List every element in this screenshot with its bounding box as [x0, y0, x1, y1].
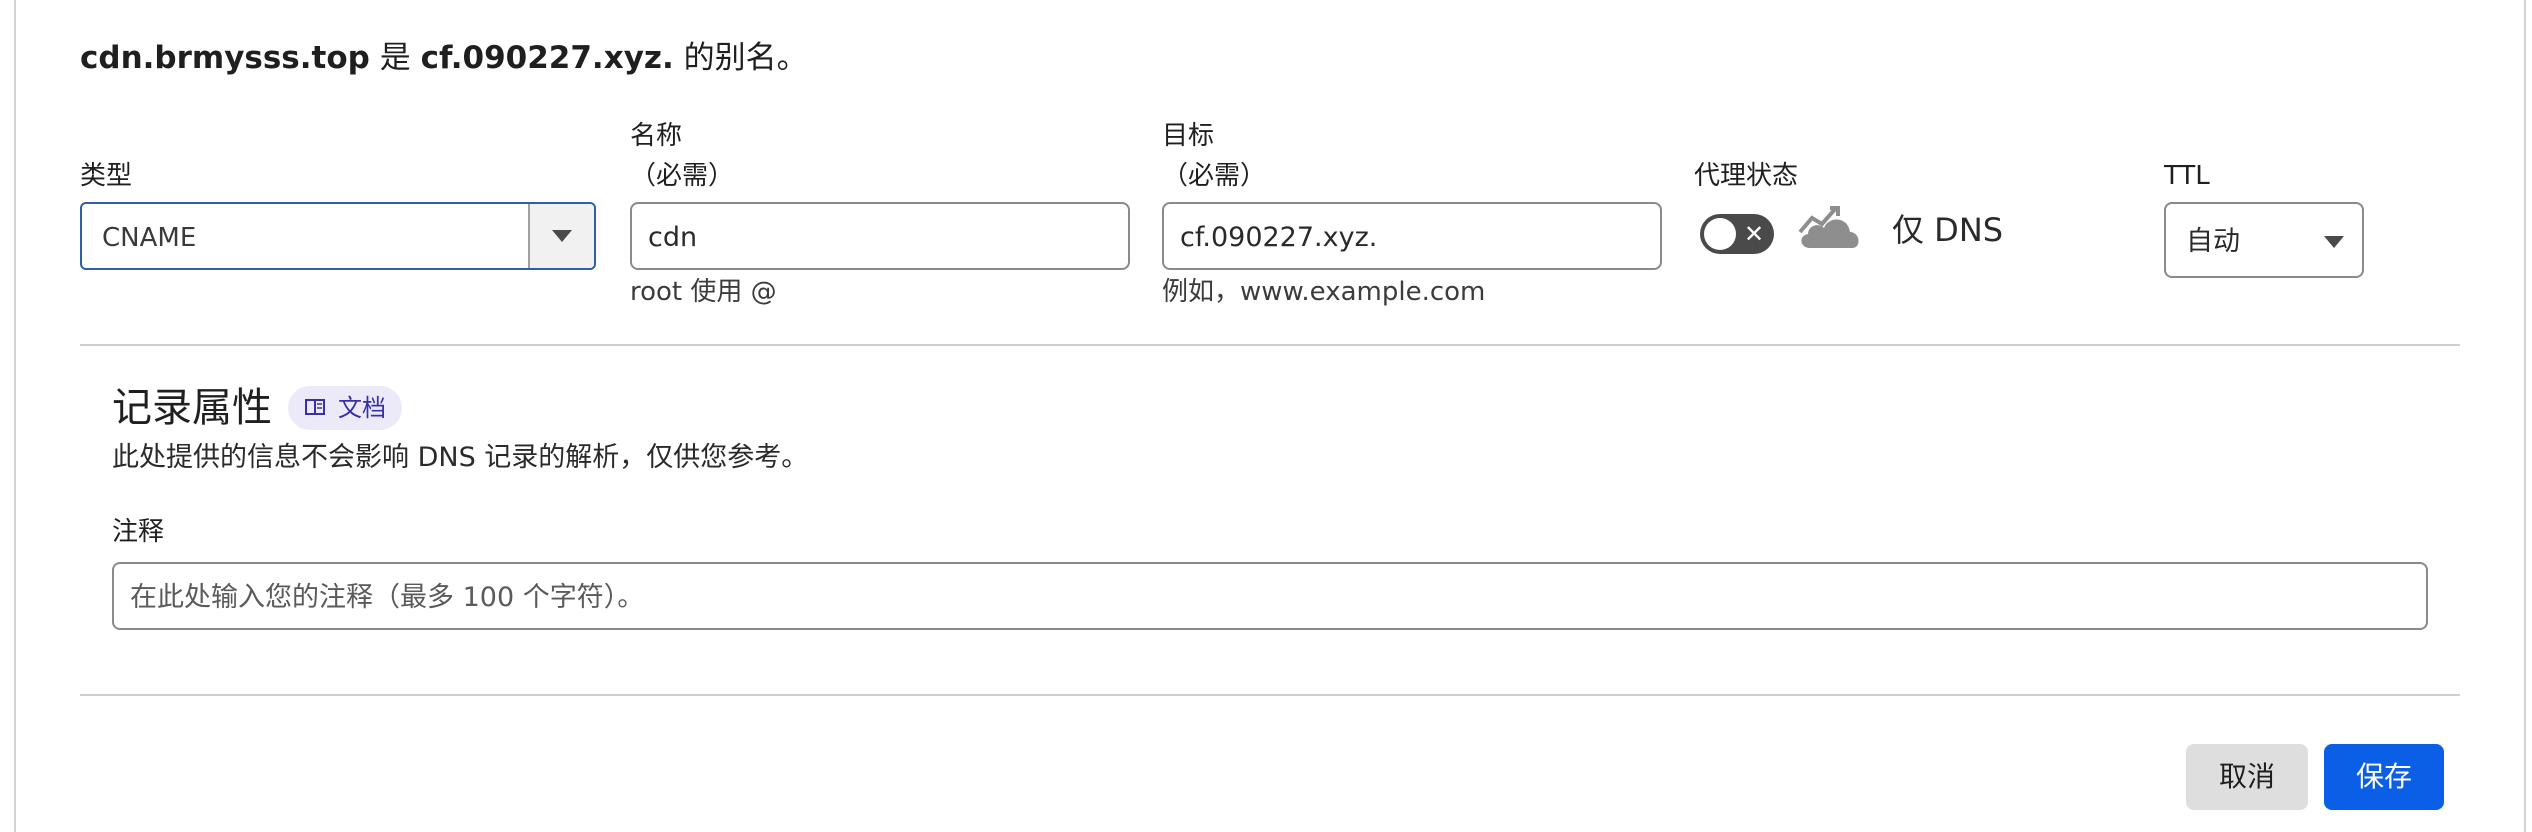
type-select-toggle[interactable] — [528, 204, 594, 268]
proxy-status-label: 代理状态 — [1694, 161, 1799, 191]
section-title: 记录属性 — [112, 385, 272, 431]
section-description: 此处提供的信息不会影响 DNS 记录的解析，仅供您参考。 — [112, 442, 809, 473]
proxy-status-text: 仅 DNS — [1892, 211, 2004, 249]
save-button[interactable]: 保存 — [2324, 744, 2444, 810]
cloud-icon — [1798, 206, 1859, 248]
target-hint: 例如，www.example.com — [1162, 277, 1486, 307]
alias-target: cf.090227.xyz. — [420, 40, 674, 76]
target-label: 目标 — [1162, 121, 1215, 151]
alias-is: 是 — [379, 40, 411, 76]
book-icon — [305, 399, 325, 415]
divider — [80, 344, 2460, 346]
target-input[interactable]: cf.090227.xyz. — [1162, 202, 1662, 270]
frame-left-border — [14, 0, 16, 832]
target-input-value: cf.090227.xyz. — [1180, 222, 1378, 253]
docs-label: 文档 — [338, 394, 386, 422]
divider — [80, 694, 2460, 696]
alias-suffix: 的别名。 — [683, 40, 808, 76]
docs-link[interactable]: 文档 — [288, 386, 402, 430]
target-required: （必需） — [1162, 161, 1267, 191]
name-hint: root 使用 @ — [630, 277, 777, 307]
ttl-select[interactable]: 自动 — [2164, 202, 2364, 278]
name-input-value: cdn — [648, 222, 698, 253]
name-input[interactable]: cdn — [630, 202, 1130, 270]
ttl-select-value: 自动 — [2186, 226, 2240, 257]
frame-right-border — [2524, 0, 2526, 832]
type-select-value: CNAME — [102, 223, 197, 253]
comment-input[interactable]: 在此处输入您的注释（最多 100 个字符）。 — [112, 562, 2428, 630]
proxy-toggle[interactable]: ✕ — [1700, 214, 1774, 254]
chevron-down-icon — [2324, 236, 2344, 248]
toggle-knob — [1704, 218, 1736, 250]
ttl-label: TTL — [2164, 161, 2210, 191]
type-label: 类型 — [80, 161, 133, 191]
alias-host: cdn.brmysss.top — [80, 40, 370, 76]
cancel-button[interactable]: 取消 — [2186, 744, 2308, 810]
comment-placeholder: 在此处输入您的注释（最多 100 个字符）。 — [130, 582, 645, 613]
name-label: 名称 — [630, 121, 683, 151]
comment-label: 注释 — [112, 517, 165, 547]
type-select[interactable]: CNAME — [80, 202, 596, 270]
x-icon: ✕ — [1744, 220, 1765, 248]
name-required: （必需） — [630, 161, 735, 191]
chevron-down-icon — [552, 230, 572, 242]
alias-description: cdn.brmysss.top 是 cf.090227.xyz. 的别名。 — [80, 36, 808, 80]
